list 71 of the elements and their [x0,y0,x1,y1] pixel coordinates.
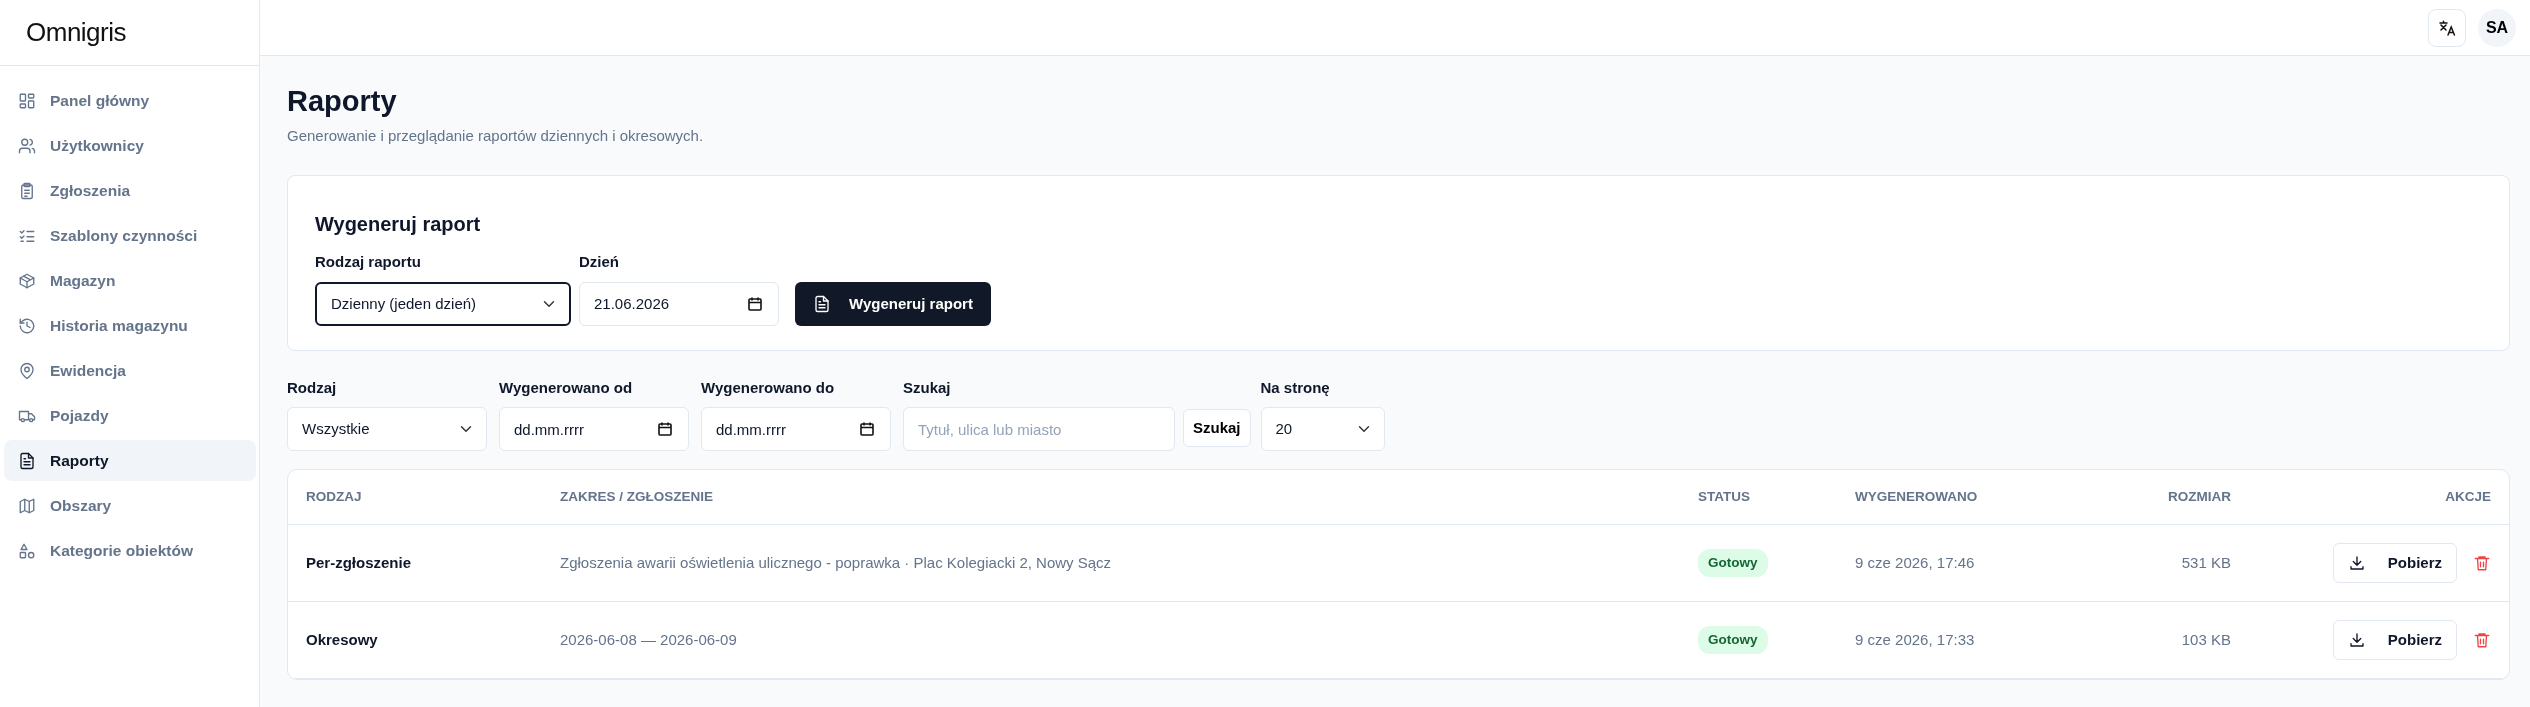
type-filter-select[interactable]: Wszystkie [287,407,487,452]
download-icon [2347,630,2366,649]
field-label: Wygenerowano od [499,377,634,398]
sidebar-item[interactable]: Ewidencja [4,350,256,391]
field-label: Na stronę [1260,377,1331,398]
sidebar-item[interactable]: Magazyn [4,260,256,301]
column-header: WYGENEROWANO [1837,470,2058,525]
table-cell: 9 cze 2026, 17:33 [1837,601,2058,679]
page-title: Raporty [287,84,398,119]
date-field[interactable]: 21.06.2026 [579,281,779,326]
card-title: Wygeneruj raport [315,212,482,238]
sidebar-item[interactable]: Użytkownicy [4,125,256,166]
download-icon [2347,553,2366,572]
clipboard-icon [18,181,36,200]
calendar-icon [657,421,673,438]
sidebar-item[interactable]: Szablony czynności [4,215,256,256]
status-badge: Gotowy [1698,548,1768,577]
table-cell: Okresowy [288,601,542,679]
user-avatar[interactable]: SA [2478,8,2516,47]
translate-icon [2438,18,2456,37]
field-label: Wygenerowano do [701,377,836,398]
sidebar-item[interactable]: Zgłoszenia [4,170,256,211]
sidebar-item[interactable]: Kategorie obiektów [4,530,256,571]
users-icon [18,136,36,155]
table-cell: 2026-06-08 — 2026-06-09 [542,601,1681,679]
shapes-icon [18,541,36,560]
download-button[interactable]: Pobierz [2332,542,2457,583]
trash-icon [2473,630,2491,649]
field-label: Dzień [579,252,620,273]
status-badge: Gotowy [1698,625,1768,654]
column-header: STATUS [1680,470,1838,525]
per-page-select[interactable]: 20 [1260,407,1385,452]
table-cell: Zgłoszenia awarii oświetlenia ulicznego - poprawka · Plac Kolegiacki 2, Nowy Sącz [542,524,1681,602]
column-header: AKCJE [2249,470,2509,525]
date-field[interactable]: dd.mm.rrrr [499,407,689,452]
sidebar-item[interactable]: Obszary [4,485,256,526]
map-icon [18,496,36,515]
report-type-select[interactable]: Dzienny (jeden dzień) [315,281,571,326]
sidebar-item[interactable]: Panel główny [4,80,256,121]
sidebar-item[interactable]: Pojazdy [4,395,256,436]
trash-icon [2473,553,2491,572]
field-label: Szukaj [903,377,952,398]
sidebar-item[interactable]: Raporty [4,440,256,481]
date-field[interactable]: dd.mm.rrrr [701,407,891,452]
column-header: ROZMIAR [2057,470,2249,525]
calendar-icon [747,295,763,312]
box-icon [18,271,36,290]
delete-button[interactable] [2473,630,2491,649]
sidebar-item[interactable]: Historia magazynu [4,305,256,346]
generate-report-button[interactable]: Wygeneruj raport [795,281,991,326]
table-cell: Per-zgłoszenie [288,524,542,602]
calendar-icon [859,421,875,438]
document-icon [813,294,831,313]
table-cell: 9 cze 2026, 17:46 [1837,524,2058,602]
column-header: ZAKRES / ZGŁOSZENIE [542,470,1681,525]
delete-button[interactable] [2473,553,2491,572]
translate-button[interactable] [2428,8,2466,47]
dashboard-icon [18,91,36,110]
column-header: RODZAJ [288,470,542,525]
table-cell: 103 KB [2057,601,2249,679]
location-pin-icon [18,361,36,380]
download-button[interactable]: Pobierz [2332,619,2457,660]
field-label: Rodzaj [287,377,338,398]
document-icon [18,451,36,470]
logo: Omnigris [26,16,126,49]
table-cell: 531 KB [2057,524,2249,602]
history-icon [18,316,36,335]
search-button[interactable]: Szukaj [1183,409,1251,448]
search-field[interactable]: Tytuł, ulica lub miasto [903,407,1175,452]
page-subtitle: Generowanie i przeglądanie raportów dziennych i okresowych. [287,125,705,146]
field-label: Rodzaj raportu [315,252,422,273]
